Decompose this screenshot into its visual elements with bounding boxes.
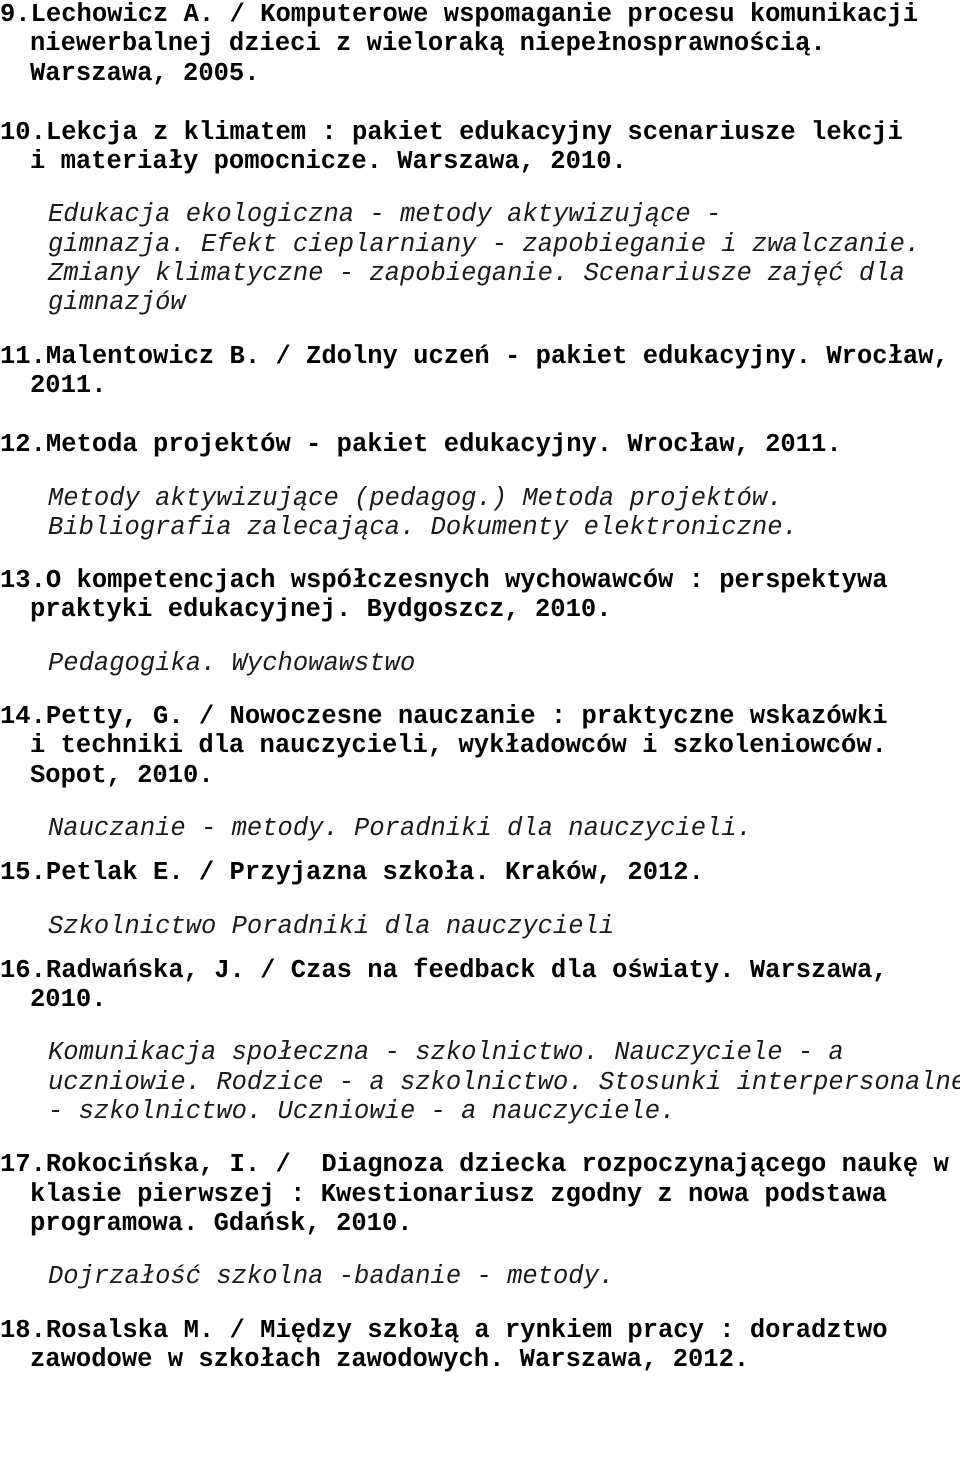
subject-heading-block: Edukacja ekologiczna - metody aktywizują… (0, 200, 960, 317)
entry-line: i materiały pomocnicze. Warszawa, 2010. (30, 147, 627, 177)
entry-line: 9.Lechowicz A. / Komputerowe wspomaganie… (0, 0, 919, 29)
entry-line: klasie pierwszej : Kwestionariusz zgodny… (30, 1179, 887, 1209)
bibliography-entry: 17.Rokocińska, I. / Diagnoza dziecka roz… (0, 1150, 960, 1238)
subject-line: uczniowie. Rodzice - a szkolnictwo. Stos… (48, 1067, 960, 1097)
entry-line: 2010. (30, 985, 107, 1015)
subject-heading-block: Dojrzałość szkolna -badanie - metody. (0, 1262, 960, 1291)
subject-heading-block: Nauczanie - metody. Poradniki dla nauczy… (0, 814, 960, 843)
entry-line: 16.Radwańska, J. / Czas na feedback dla … (0, 955, 888, 985)
entry-line: 18.Rosalska M. / Między szkołą a rynkiem… (0, 1315, 888, 1345)
bibliography-entry: 11.Malentowicz B. / Zdolny uczeń - pakie… (0, 342, 960, 401)
bibliography-entry: 16.Radwańska, J. / Czas na feedback dla … (0, 956, 960, 1015)
subject-line: Edukacja ekologiczna - metody aktywizują… (48, 200, 722, 230)
bibliography-entry: 14.Petty, G. / Nowoczesne nauczanie : pr… (0, 702, 960, 790)
subject-line: Szkolnictwo Poradniki dla nauczycieli (48, 911, 615, 941)
bibliography-entry: 18.Rosalska M. / Między szkołą a rynkiem… (0, 1316, 960, 1375)
subject-line: Komunikacja społeczna - szkolnictwo. Nau… (48, 1038, 844, 1068)
subject-heading-block: Pedagogika. Wychowawstwo (0, 649, 960, 678)
bibliography-entry: 9.Lechowicz A. / Komputerowe wspomaganie… (0, 0, 960, 88)
subject-line: Bibliografia zalecająca. Dokumenty elekt… (48, 512, 798, 542)
entry-line: 13.O kompetencjach współczesnych wychowa… (0, 566, 888, 596)
subject-heading-block: Szkolnictwo Poradniki dla nauczycieli (0, 912, 960, 941)
subject-line: Pedagogika. Wychowawstwo (48, 648, 416, 678)
entry-line: Warszawa, 2005. (30, 58, 260, 88)
entry-line: 17.Rokocińska, I. / Diagnoza dziecka roz… (0, 1150, 949, 1180)
entry-line: praktyki edukacyjnej. Bydgoszcz, 2010. (30, 595, 612, 625)
bibliography-page: 9.Lechowicz A. / Komputerowe wspomaganie… (0, 0, 960, 1459)
subject-line: - szkolnictwo. Uczniowie - a nauczyciele… (48, 1097, 676, 1127)
entry-line: 14.Petty, G. / Nowoczesne nauczanie : pr… (0, 702, 888, 732)
bibliography-entry: 12.Metoda projektów - pakiet edukacyjny.… (0, 430, 960, 459)
subject-line: gimnazjów (48, 288, 186, 318)
bibliography-entry: 15.Petlak E. / Przyjazna szkoła. Kraków,… (0, 858, 960, 887)
entry-line: 15.Petlak E. / Przyjazna szkoła. Kraków,… (0, 858, 704, 888)
subject-line: Nauczanie - metody. Poradniki dla nauczy… (48, 813, 752, 843)
entry-line: 12.Metoda projektów - pakiet edukacyjny.… (0, 430, 842, 460)
subject-heading-block: Metody aktywizujące (pedagog.) Metoda pr… (0, 484, 960, 543)
entry-line: 10.Lekcja z klimatem : pakiet edukacyjny… (0, 117, 903, 147)
subject-line: Metody aktywizujące (pedagog.) Metoda pr… (48, 483, 783, 513)
bibliography-entry: 10.Lekcja z klimatem : pakiet edukacyjny… (0, 118, 960, 177)
bibliography-entry: 13.O kompetencjach współczesnych wychowa… (0, 566, 960, 625)
subject-heading-block: Komunikacja społeczna - szkolnictwo. Nau… (0, 1038, 960, 1126)
entry-line: Sopot, 2010. (30, 760, 214, 790)
subject-line: Zmiany klimatyczne - zapobieganie. Scena… (48, 259, 905, 289)
entry-line: 11.Malentowicz B. / Zdolny uczeń - pakie… (0, 341, 949, 371)
entry-line: programowa. Gdańsk, 2010. (30, 1208, 413, 1238)
entry-line: zawodowe w szkołach zawodowych. Warszawa… (30, 1344, 750, 1374)
subject-line: Dojrzałość szkolna -badanie - metody. (48, 1262, 615, 1292)
entry-line: niewerbalnej dzieci z wieloraką niepełno… (30, 29, 826, 59)
subject-line: gimnazja. Efekt cieplarniany - zapobiega… (48, 229, 921, 259)
entry-line: 2011. (30, 370, 107, 400)
entry-line: i techniki dla nauczycieli, wykładowców … (30, 731, 887, 761)
